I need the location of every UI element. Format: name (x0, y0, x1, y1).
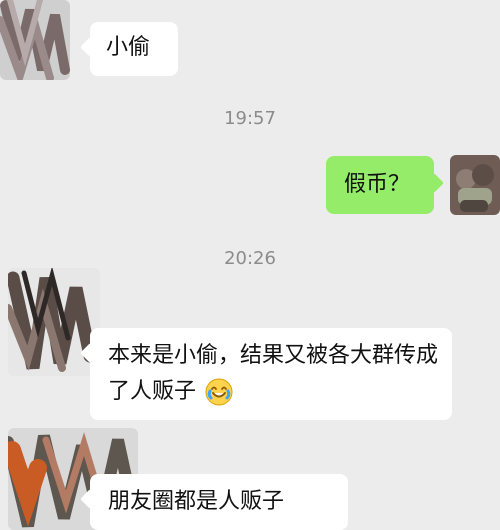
message-bubble-2[interactable]: 假币？ (326, 156, 434, 214)
message-2-text: 假币？ (344, 172, 411, 197)
top-faint-overflow (90, 0, 270, 10)
message-4-text: 朋友圈都是人贩子 (108, 489, 285, 514)
message-bubble-3[interactable]: 本来是小偷，结果又被各大群传成了人贩子 (90, 328, 452, 420)
message-1-text: 小偷 (106, 35, 151, 60)
timestamp-1957: 19:57 (224, 108, 276, 129)
message-bubble-4[interactable]: 朋友圈都是人贩子 (90, 474, 348, 530)
laugh-cry-icon (205, 378, 233, 406)
avatar-image (450, 155, 500, 215)
message-bubble-1[interactable]: 小偷 (90, 22, 178, 76)
avatar-image (0, 0, 70, 80)
avatar[interactable] (450, 155, 500, 215)
avatar[interactable] (0, 0, 70, 80)
timestamp-2026: 20:26 (224, 248, 276, 269)
message-3-text: 本来是小偷，结果又被各大群传成了人贩子 (108, 343, 439, 404)
